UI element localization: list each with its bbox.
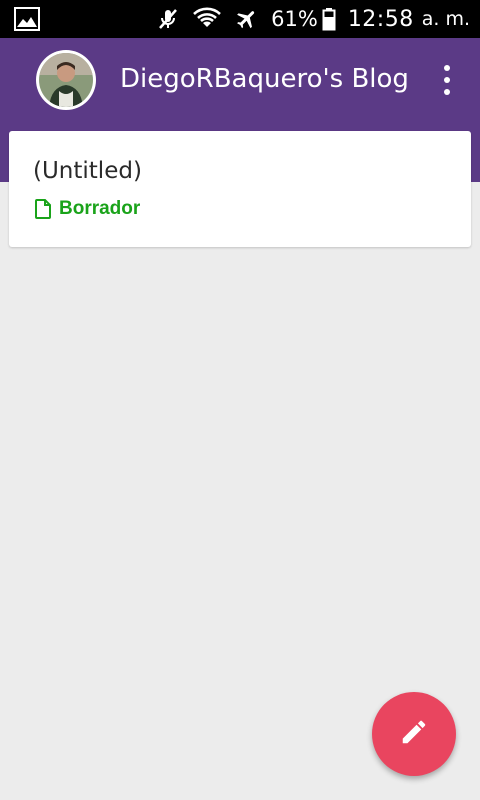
status-ampm: a. m. <box>421 8 470 30</box>
post-card[interactable]: (Untitled) Borrador <box>9 131 471 247</box>
post-status-label: Borrador <box>59 198 141 219</box>
avatar[interactable] <box>36 50 96 110</box>
status-bar: 61% 12:58 a. m. <box>0 0 480 38</box>
battery-icon <box>322 7 336 31</box>
muted-icon <box>157 7 179 31</box>
post-status: Borrador <box>35 198 140 220</box>
status-right-group: 61% 12:58 a. m. <box>157 0 470 38</box>
post-title: (Untitled) <box>33 158 142 184</box>
blog-title: DiegoRBaquero's Blog <box>120 64 409 94</box>
wifi-icon <box>191 7 223 31</box>
status-time: 12:58 <box>347 6 414 32</box>
airplane-mode-icon <box>235 7 259 31</box>
avatar-photo <box>39 53 93 107</box>
new-post-button[interactable] <box>372 692 456 776</box>
overflow-menu-icon[interactable] <box>434 65 460 95</box>
battery-percent: 61% <box>271 7 318 31</box>
document-icon <box>35 199 51 219</box>
gallery-notification-icon <box>14 7 40 31</box>
pencil-icon <box>399 717 429 751</box>
